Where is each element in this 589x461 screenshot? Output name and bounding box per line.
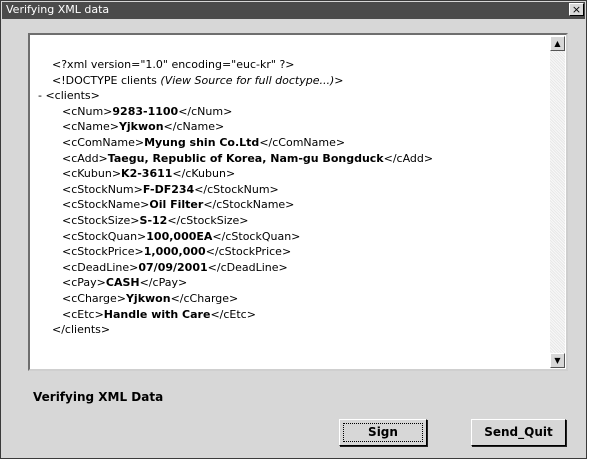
xml-markup: </cDeadLine> bbox=[207, 260, 288, 274]
xml-markup: <cName> bbox=[62, 120, 119, 134]
xml-markup: </cStockName> bbox=[203, 198, 295, 212]
xml-markup: </cCharge> bbox=[170, 292, 239, 305]
close-button[interactable]: × bbox=[569, 3, 584, 16]
xml-line: <cPay>CASH</cPay> bbox=[62, 275, 187, 290]
xml-value: Taegu, Republic of Korea, Nam-gu Bongduc… bbox=[107, 151, 384, 165]
xml-line: <cStockName>Oil Filter</cStockName> bbox=[62, 197, 294, 212]
scroll-up-arrow-icon[interactable]: ▲ bbox=[550, 36, 565, 51]
xml-markup: <cKubun> bbox=[62, 167, 122, 181]
xml-markup: </cStockSize> bbox=[167, 214, 249, 227]
xml-markup: </cStockPrice> bbox=[205, 245, 292, 259]
xml-value: 07/09/2001 bbox=[138, 260, 208, 274]
xml-markup: (View Source for full doctype...) bbox=[160, 73, 335, 87]
window-title: Verifying XML data bbox=[6, 3, 110, 16]
xml-line: <cStockPrice>1,000,000</cStockPrice> bbox=[62, 244, 291, 259]
title-bar[interactable]: Verifying XML data × bbox=[2, 2, 585, 19]
xml-line: <cNum>9283-1100</cNum> bbox=[62, 104, 232, 119]
xml-markup: </clients> bbox=[52, 323, 111, 337]
send-quit-button-label: Send_Quit bbox=[484, 425, 553, 439]
xml-line: <cStockNum>F-DF234</cStockNum> bbox=[62, 182, 279, 197]
xml-markup: <cCharge> bbox=[62, 292, 126, 305]
xml-line: <!DOCTYPE clients (View Source for full … bbox=[52, 73, 343, 88]
xml-line: <?xml version="1.0" encoding="euc-kr" ?> bbox=[52, 57, 295, 72]
vertical-scrollbar[interactable]: ▲ ▼ bbox=[550, 36, 565, 368]
verifying-xml-dialog: Verifying XML data × <?xml version="1.0"… bbox=[0, 0, 587, 459]
xml-markup: <cStockPrice> bbox=[62, 245, 144, 259]
xml-markup: <cStockQuan> bbox=[62, 229, 147, 243]
status-label: Verifying XML Data bbox=[33, 390, 164, 404]
xml-value: K2-3611 bbox=[121, 167, 173, 181]
xml-value: CASH bbox=[105, 276, 140, 290]
xml-markup: </cName> bbox=[163, 120, 225, 134]
xml-markup: </cEtc> bbox=[210, 307, 256, 321]
xml-markup: <cDeadLine> bbox=[62, 260, 139, 274]
xml-markup: <cComName> bbox=[62, 136, 145, 149]
xml-value: F-DF234 bbox=[142, 182, 195, 196]
xml-markup: </cKubun> bbox=[172, 167, 236, 181]
xml-markup: </cNum> bbox=[178, 104, 233, 118]
xml-markup: <cEtc> bbox=[62, 307, 104, 321]
focus-rectangle bbox=[343, 423, 423, 442]
xml-line: <cEtc>Handle with Care</cEtc> bbox=[62, 307, 256, 322]
xml-value: 1,000,000 bbox=[143, 245, 206, 259]
xml-value: Yjkwon bbox=[125, 292, 171, 305]
xml-markup: </cPay> bbox=[139, 276, 188, 290]
xml-line: - <clients> bbox=[38, 88, 100, 103]
xml-markup: </cComName> bbox=[259, 136, 346, 149]
xml-line: <cAdd>Taegu, Republic of Korea, Nam-gu B… bbox=[62, 151, 433, 166]
send-quit-button[interactable]: Send_Quit bbox=[471, 419, 566, 446]
xml-markup: <cAdd> bbox=[62, 151, 108, 165]
xml-value: 9283-1100 bbox=[112, 104, 179, 118]
xml-markup: <?xml version="1.0" encoding="euc-kr" ?> bbox=[52, 58, 295, 71]
xml-line: </clients> bbox=[52, 322, 110, 337]
xml-viewer[interactable]: <?xml version="1.0" encoding="euc-kr" ?>… bbox=[28, 33, 568, 371]
xml-value: 100,000EA bbox=[146, 229, 213, 243]
xml-line: <cCharge>Yjkwon</cCharge> bbox=[62, 291, 238, 306]
xml-line: <cComName>Myung shin Co.Ltd</cComName> bbox=[62, 135, 345, 150]
xml-line: <cName>Yjkwon</cName> bbox=[62, 119, 224, 134]
xml-line: <cDeadLine>07/09/2001</cDeadLine> bbox=[62, 260, 288, 275]
xml-line: <cStockQuan>100,000EA</cStockQuan> bbox=[62, 229, 300, 244]
xml-markup: </cAdd> bbox=[383, 151, 434, 165]
xml-markup: <!DOCTYPE clients bbox=[52, 73, 161, 87]
sign-button[interactable]: Sign bbox=[339, 419, 427, 446]
xml-value: Oil Filter bbox=[149, 198, 204, 212]
xml-value: S-12 bbox=[139, 214, 168, 227]
xml-markup: <cStockName> bbox=[62, 198, 150, 212]
xml-markup: > bbox=[334, 73, 344, 87]
xml-markup: </cStockQuan> bbox=[212, 229, 301, 243]
xml-content: <?xml version="1.0" encoding="euc-kr" ?>… bbox=[38, 57, 543, 367]
xml-value: Yjkwon bbox=[118, 120, 164, 134]
xml-markup: <cPay> bbox=[62, 276, 106, 290]
xml-markup: <cStockSize> bbox=[62, 214, 140, 227]
xml-line: <cKubun>K2-3611</cKubun> bbox=[62, 166, 235, 181]
xml-markup: - <clients> bbox=[38, 89, 100, 103]
xml-line: <cStockSize>S-12</cStockSize> bbox=[62, 213, 249, 228]
xml-value: Myung shin Co.Ltd bbox=[144, 136, 260, 149]
xml-markup: </cStockNum> bbox=[194, 182, 279, 196]
xml-markup: <cNum> bbox=[62, 104, 113, 118]
xml-markup: <cStockNum> bbox=[62, 182, 143, 196]
xml-value: Handle with Care bbox=[103, 307, 211, 321]
scroll-down-arrow-icon[interactable]: ▼ bbox=[550, 353, 565, 368]
